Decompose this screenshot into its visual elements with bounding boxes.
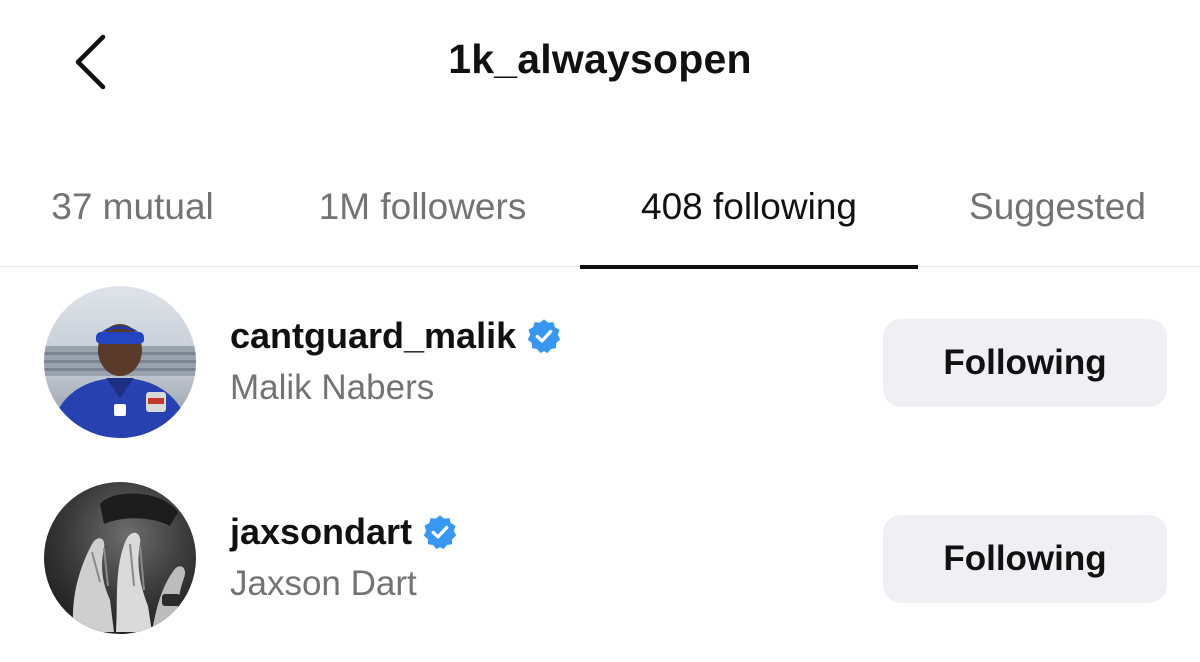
following-button[interactable]: Following — [883, 319, 1167, 407]
tab-following[interactable]: 408 following — [580, 170, 918, 269]
username[interactable]: jaxsondart — [230, 511, 412, 553]
avatar[interactable] — [44, 482, 196, 634]
full-name: Jaxson Dart — [230, 564, 417, 603]
page-title: 1k_alwaysopen — [448, 36, 752, 82]
tab-bar: 37 mutual 1M followers 408 following Sug… — [0, 170, 1200, 269]
username-line: cantguard_malik — [230, 314, 562, 358]
tab-mutual[interactable]: 37 mutual — [10, 170, 255, 266]
profile-photo-avatar — [44, 482, 196, 634]
tab-suggested[interactable]: Suggested — [925, 170, 1190, 266]
verified-badge-icon — [527, 319, 561, 354]
verified-badge-icon — [423, 515, 457, 550]
avatar[interactable] — [44, 286, 196, 438]
username-line: jaxsondart — [230, 510, 458, 554]
following-button[interactable]: Following — [883, 515, 1167, 603]
list-item[interactable]: cantguard_malik Malik Nabers Following — [0, 286, 1200, 446]
top-bar: 1k_alwaysopen — [0, 0, 1200, 125]
tab-followers[interactable]: 1M followers — [275, 170, 570, 266]
username[interactable]: cantguard_malik — [230, 315, 516, 357]
full-name: Malik Nabers — [230, 368, 435, 407]
list-item[interactable]: jaxsondart Jaxson Dart Following — [0, 482, 1200, 642]
profile-photo-avatar — [44, 286, 196, 438]
